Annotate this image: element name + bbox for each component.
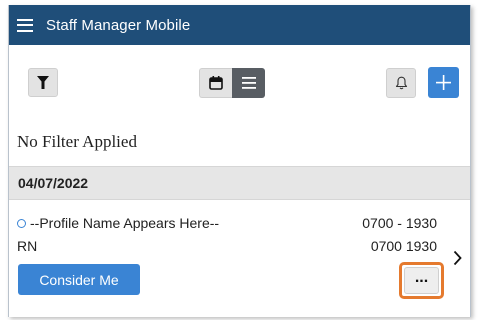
chevron-right-icon[interactable] (453, 250, 462, 266)
hamburger-menu-icon[interactable] (17, 18, 33, 32)
more-options-button[interactable]: ... (404, 267, 439, 294)
date-header: 04/07/2022 (9, 167, 470, 200)
consider-me-button[interactable]: Consider Me (18, 264, 140, 295)
filter-button[interactable] (28, 68, 58, 97)
shift-card[interactable]: --Profile Name Appears Here-- 0700 - 193… (9, 200, 470, 317)
notifications-button[interactable] (386, 68, 416, 98)
calendar-icon (209, 76, 223, 90)
filter-icon (37, 76, 49, 89)
list-icon (241, 77, 256, 89)
app-title: Staff Manager Mobile (46, 16, 191, 34)
list-view-button[interactable] (232, 68, 265, 98)
plus-icon (436, 75, 451, 90)
shift-time: 0700 1930 (370, 238, 437, 254)
bell-icon (395, 76, 407, 90)
profile-name: --Profile Name Appears Here-- (30, 215, 220, 231)
status-circle-icon (17, 219, 26, 228)
more-options-highlight: ... (399, 262, 444, 299)
filter-status: No Filter Applied (9, 117, 470, 167)
add-button[interactable] (428, 67, 459, 98)
toolbar (9, 45, 470, 117)
view-toggle (199, 68, 265, 98)
shift-time-range: 0700 - 1930 (362, 215, 437, 231)
app-window: Staff Manager Mobile No Filter Applied 0… (8, 5, 471, 317)
shift-role: RN (17, 238, 38, 254)
calendar-view-button[interactable] (199, 68, 232, 98)
app-header: Staff Manager Mobile (9, 5, 470, 45)
